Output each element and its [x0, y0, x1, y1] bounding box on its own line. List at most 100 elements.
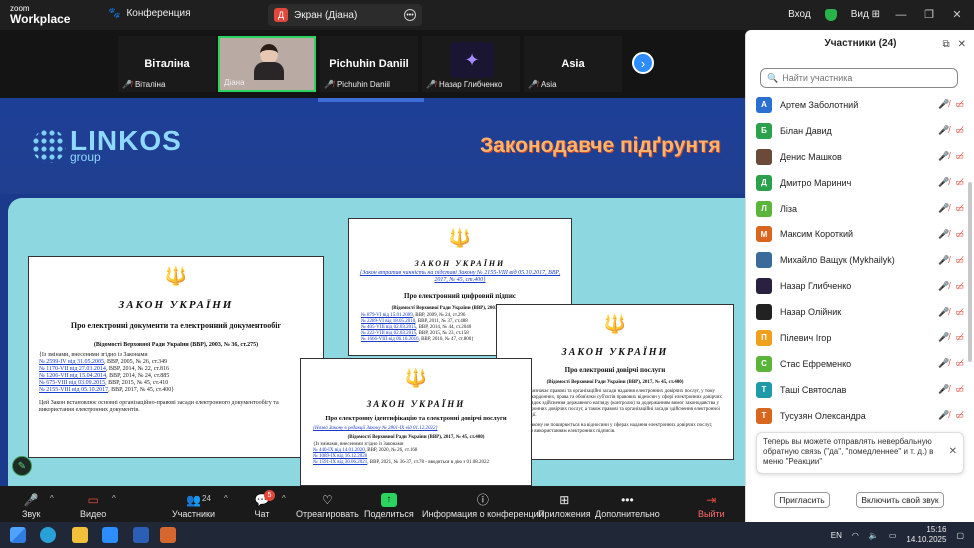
invite-button[interactable]: Пригласить	[774, 492, 830, 508]
video-button[interactable]: ▭ Видео	[80, 493, 106, 519]
zoom-logo: zoom Workplace	[10, 4, 71, 26]
heart-icon: ♡	[321, 493, 333, 507]
list-item[interactable]: С Стас Ефременко 🎤̸ ▭̸	[756, 351, 964, 377]
avatar: Л	[756, 200, 772, 217]
maximize-button[interactable]: ❐	[922, 8, 936, 21]
camera-off-icon: ▭̸	[955, 332, 964, 343]
avatar	[756, 148, 772, 165]
mic-off-icon: 🎤̸	[528, 80, 538, 89]
close-icon[interactable]: ✕	[949, 447, 957, 457]
mic-off-icon: 🎤̸	[426, 80, 436, 89]
reactions-notice: Теперь вы можете отправлять невербальную…	[756, 432, 964, 474]
list-item[interactable]: Михайло Ващук (Mykhailyk) 🎤̸ ▭̸	[756, 247, 964, 273]
video-tile[interactable]: ✦ 🎤̸ Назар Глибченко	[422, 36, 520, 92]
minimize-button[interactable]: —	[894, 9, 908, 21]
signin-button[interactable]: Вход	[788, 9, 811, 20]
audio-caret-icon[interactable]: ^	[50, 494, 54, 503]
list-item[interactable]: Д Дмитро Маринич 🎤̸ ▭̸	[756, 170, 964, 196]
meeting-info-button[interactable]: ⓘ Информация о конференции	[422, 493, 544, 519]
search-input[interactable]	[782, 73, 951, 83]
participants-caret-icon[interactable]: ^	[224, 494, 228, 503]
notifications-icon[interactable]: ▢	[956, 531, 964, 540]
share-arrow-icon: ↑	[380, 493, 397, 507]
chat-badge: 5	[264, 490, 275, 501]
battery-icon[interactable]: ▭	[889, 531, 897, 540]
language-indicator[interactable]: EN	[831, 531, 842, 540]
share-button[interactable]: ↑ Поделиться	[364, 493, 414, 519]
mic-off-icon: 🎤̸	[324, 80, 334, 89]
list-item[interactable]: Денис Машков 🎤̸ ▭̸	[756, 144, 964, 170]
meeting-tab[interactable]: 🐾 Конференция	[108, 8, 191, 19]
list-item[interactable]: Т Таші Святослав 🎤̸ ▭̸	[756, 377, 964, 403]
video-tile[interactable]: Pichuhin Daniil 🎤̸ Pichuhin Daniil	[320, 36, 418, 92]
list-item[interactable]: Назар Глибченко 🎤̸ ▭̸	[756, 273, 964, 299]
list-item[interactable]: Л Ліза 🎤̸ ▭̸	[756, 196, 964, 222]
screen-tab[interactable]: Д Экран (Діана) •••	[268, 4, 422, 26]
word-icon[interactable]	[133, 527, 149, 543]
mic-off-icon: 🎤̸	[938, 254, 950, 265]
unmute-button[interactable]: Включить свой звук	[856, 492, 944, 508]
video-tile[interactable]: Віталіна 🎤̸ Віталіна	[118, 36, 216, 92]
edge-icon[interactable]	[40, 527, 56, 543]
camera-off-icon: ▭̸	[955, 410, 964, 421]
avatar: А	[756, 96, 772, 113]
list-item[interactable]: М Максим Короткий 🎤̸ ▭̸	[756, 221, 964, 247]
avatar: С	[756, 355, 772, 372]
avatar: Т	[756, 381, 772, 398]
avatar	[756, 278, 772, 295]
participant-search[interactable]: 🔍	[760, 68, 958, 88]
avatar	[756, 252, 772, 269]
list-item[interactable]: Назар Олійник 🎤̸ ▭̸	[756, 299, 964, 325]
presenter-badge: Д	[274, 8, 288, 22]
view-button[interactable]: Вид ⊞	[851, 9, 880, 20]
powerpoint-icon[interactable]	[160, 527, 176, 543]
mic-off-icon: 🎤̸	[938, 306, 950, 317]
mic-off-icon: 🎤̸	[938, 332, 950, 343]
volume-icon[interactable]: 🔈	[869, 531, 879, 540]
close-icon[interactable]: ✕	[958, 39, 966, 50]
close-button[interactable]: ✕	[950, 8, 964, 21]
video-caret-icon[interactable]: ^	[112, 494, 116, 503]
windows-start-icon[interactable]	[10, 527, 26, 543]
apps-button[interactable]: ⊞ Приложения	[538, 493, 591, 519]
mic-off-icon: 🎤̸	[938, 125, 950, 136]
avatar: Т	[756, 407, 772, 424]
camera-off-icon: ▭	[87, 493, 99, 507]
audio-button[interactable]: 🎤 Звук	[22, 493, 40, 519]
camera-off-icon: ▭̸	[955, 99, 964, 110]
list-item[interactable]: Б Білан Давид 🎤̸ ▭̸	[756, 118, 964, 144]
more-icon[interactable]: •••	[404, 9, 416, 21]
camera-off-icon: ▭̸	[955, 151, 964, 162]
list-item[interactable]: А Артем Заболотний 🎤̸ ▭̸	[756, 92, 964, 118]
participants-panel: Участники (24) ⧉ ✕ 🔍 ААртем Заболотний🎤̸…	[745, 30, 974, 522]
shared-screen: LINKOS group Законодавче підґрунтя 🔱 ЗАК…	[0, 98, 745, 486]
list-item[interactable]: Т Тусузян Олександра 🎤̸ ▭̸	[756, 403, 964, 429]
shield-icon[interactable]	[824, 8, 837, 21]
scrollbar[interactable]	[968, 182, 972, 362]
popout-icon[interactable]: ⧉	[942, 39, 949, 50]
zoom-app-icon[interactable]	[102, 527, 118, 543]
slide-title: Законодавче підґрунтя	[480, 134, 721, 157]
leave-button[interactable]: ⇥ Выйти	[698, 493, 725, 519]
annotate-icon[interactable]: ✎	[12, 456, 32, 476]
mic-off-icon: 🎤̸	[938, 99, 950, 110]
law-document-1: 🔱 ЗАКОН УКРАЇНИ Про електронні документи…	[28, 256, 324, 458]
clock[interactable]: 15:16 14.10.2025	[906, 525, 946, 545]
title-bar: zoom Workplace 🐾 Конференция Д Экран (Ді…	[0, 0, 974, 30]
folder-icon[interactable]	[72, 527, 88, 543]
mic-off-icon: 🎤̸	[938, 203, 950, 213]
react-button[interactable]: ♡ Отреагировать	[296, 493, 359, 519]
avatar: Б	[756, 122, 772, 139]
mic-off-icon: 🎤̸	[938, 151, 950, 162]
video-tile[interactable]: Asia 🎤̸ Asia	[524, 36, 622, 92]
mic-off-icon: 🎤̸	[938, 228, 950, 239]
next-page-icon[interactable]: ›	[632, 52, 654, 74]
more-button[interactable]: ••• Дополнительно	[595, 493, 660, 519]
windows-taskbar: EN ◠ 🔈 ▭ 15:16 14.10.2025 ▢	[0, 522, 974, 548]
list-item[interactable]: П Пілевич Ігор 🎤̸ ▭̸	[756, 325, 964, 351]
mic-off-icon: 🎤	[23, 493, 39, 507]
wifi-icon[interactable]: ◠	[852, 531, 859, 540]
chat-caret-icon[interactable]: ^	[282, 494, 286, 503]
camera-off-icon: ▭̸	[955, 306, 964, 317]
video-tile-active[interactable]: Діана	[218, 36, 316, 92]
